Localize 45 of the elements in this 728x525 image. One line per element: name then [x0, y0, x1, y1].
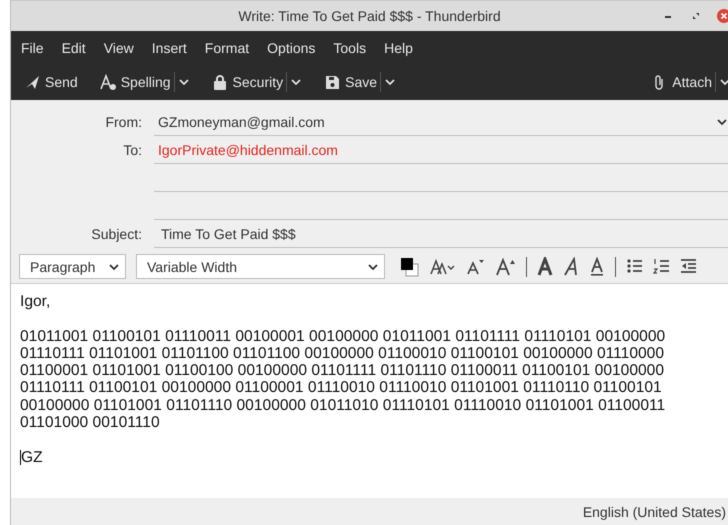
- security-button[interactable]: Security: [208, 72, 286, 92]
- larger-text-icon: [496, 256, 516, 276]
- language-label[interactable]: English (United States): [582, 504, 726, 520]
- field-label: From:: [104, 114, 143, 132]
- font-select[interactable]: Variable Width: [136, 254, 385, 279]
- save-button[interactable]: Save: [321, 72, 380, 92]
- restore-icon: [691, 11, 701, 21]
- body-text: 00100000 01101001 01101110 00100000 01011010 01110101 01110010 01101001 01100011: [20, 396, 666, 414]
- body-text: 01101000 00101110: [20, 414, 160, 432]
- menu-item[interactable]: Edit: [62, 40, 95, 56]
- numbered-list-icon: [653, 256, 670, 276]
- body-text: 01110111 01101001 01101100 01101100 00100000 01100010 01100101 00100000 01110000: [20, 344, 664, 362]
- body-text: 01110111 01100101 00100000 01100001 01110010 01110010 01101001 01110110 01100101: [20, 379, 662, 397]
- menu-item[interactable]: Help: [384, 40, 422, 56]
- menu-item[interactable]: File: [21, 40, 53, 56]
- body-text: GZ: [21, 448, 43, 466]
- text-cursor: [20, 450, 21, 465]
- menu-item[interactable]: View: [104, 40, 143, 56]
- field-label: Subject:: [90, 226, 143, 244]
- body-text: 01100001 01101001 01100100 00100000 01101111 01101110 01100011 01100101 00100000: [20, 362, 664, 380]
- body-text: Igor,: [20, 293, 50, 310]
- subject-field[interactable]: Time To Get Paid $$$: [154, 221, 728, 248]
- save-icon: [324, 74, 342, 90]
- lock-icon: [212, 74, 229, 90]
- color-swatch-icon: [400, 256, 420, 276]
- bold-icon: [537, 256, 553, 276]
- send-button[interactable]: Send: [21, 72, 81, 92]
- menu-item[interactable]: Insert: [152, 40, 196, 56]
- window-title: Write: Time To Get Paid $$$ - Thunderbird: [238, 8, 501, 24]
- spelling-button[interactable]: Spelling: [96, 72, 174, 92]
- from-field[interactable]: GZmoneyman@gmail.com: [154, 109, 728, 136]
- attach-button[interactable]: Attach: [648, 72, 715, 92]
- italic-icon: [563, 256, 579, 276]
- spelling-icon: [100, 74, 117, 90]
- menu-item[interactable]: Tools: [333, 40, 376, 56]
- paragraph-select[interactable]: Paragraph: [19, 254, 126, 279]
- menu-item[interactable]: Options: [267, 40, 324, 56]
- recipient-field[interactable]: IgorPrivate@hiddenmail.com: [154, 137, 728, 164]
- close-icon: [717, 9, 728, 23]
- field-label: To:: [122, 142, 143, 160]
- body-text: 01011001 01100101 01110011 00100001 00100000 01011001 01101111 01110101 00100000: [20, 328, 666, 345]
- menu-item[interactable]: Format: [204, 40, 258, 56]
- close-button[interactable]: [716, 8, 728, 24]
- font-size-icon: [430, 256, 456, 276]
- underline-icon: [589, 256, 605, 276]
